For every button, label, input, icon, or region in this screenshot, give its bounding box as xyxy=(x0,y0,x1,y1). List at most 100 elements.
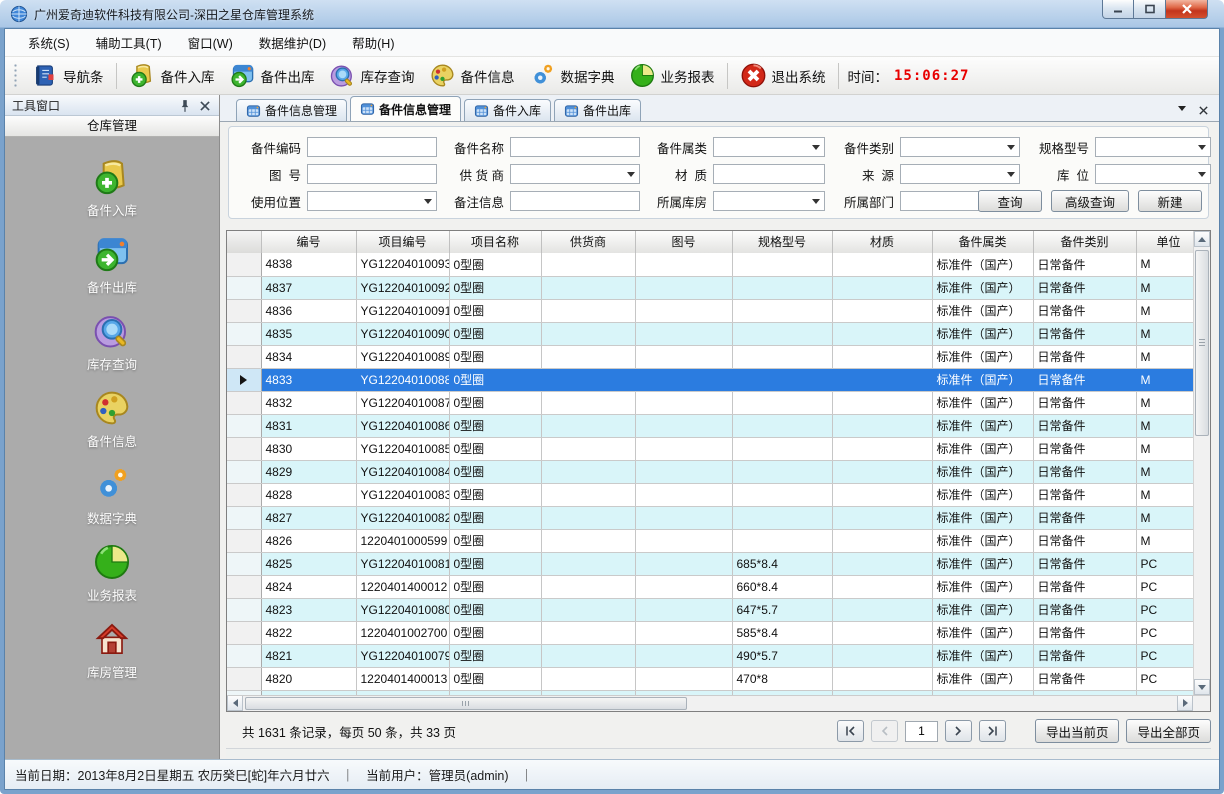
row-selector-cell[interactable] xyxy=(227,621,261,644)
tab-close-icon[interactable] xyxy=(1198,103,1209,114)
table-row[interactable]: 4834YG122040100890型圈标准件（国产）日常备件M xyxy=(227,345,1193,368)
table-row[interactable]: 4830YG122040100850型圈标准件（国产）日常备件M xyxy=(227,437,1193,460)
search-text-input[interactable] xyxy=(510,137,640,157)
toolbar-button[interactable]: 导航条 xyxy=(24,59,111,92)
column-header[interactable]: 图号 xyxy=(635,231,732,253)
close-panel-icon[interactable] xyxy=(198,99,212,111)
horizontal-scroll-thumb[interactable] xyxy=(245,697,687,710)
table-row[interactable]: 4836YG122040100910型圈标准件（国产）日常备件M xyxy=(227,299,1193,322)
toolbar-button[interactable]: 数据字典 xyxy=(522,59,622,92)
table-row[interactable]: 4831YG122040100860型圈标准件（国产）日常备件M xyxy=(227,414,1193,437)
tab-list-dropdown-icon[interactable] xyxy=(1178,106,1186,115)
table-row[interactable]: 482212204010027000型圈585*8.4标准件（国产）日常备件PC xyxy=(227,621,1193,644)
table-row[interactable]: 4832YG122040100870型圈标准件（国产）日常备件M xyxy=(227,391,1193,414)
row-selector-cell[interactable] xyxy=(227,437,261,460)
tab-3[interactable]: 备件入库 xyxy=(464,99,551,121)
table-row[interactable]: 482412204014000120型圈660*8.4标准件（国产）日常备件PC xyxy=(227,575,1193,598)
column-header[interactable]: 供货商 xyxy=(541,231,635,253)
column-header[interactable]: 单位 xyxy=(1136,231,1193,253)
table-row[interactable]: 4837YG122040100920型圈标准件（国产）日常备件M xyxy=(227,276,1193,299)
column-header[interactable]: 备件属类 xyxy=(932,231,1033,253)
table-row[interactable]: 4825YG122040100810型圈685*8.4标准件（国产）日常备件PC xyxy=(227,552,1193,575)
sidebar-item[interactable]: 备件信息 xyxy=(87,388,137,450)
row-selector-cell[interactable] xyxy=(227,552,261,575)
tab-1[interactable]: 备件信息管理 xyxy=(236,99,347,121)
scroll-right-icon[interactable] xyxy=(1177,696,1193,711)
column-header[interactable]: 材质 xyxy=(832,231,932,253)
next-page-button[interactable] xyxy=(945,720,972,742)
pin-icon[interactable] xyxy=(178,99,192,111)
column-header[interactable]: 项目编号 xyxy=(356,231,449,253)
search-text-input[interactable] xyxy=(307,137,437,157)
search-text-input[interactable] xyxy=(510,191,640,211)
toolbar-button[interactable]: 备件出库 xyxy=(222,59,322,92)
search-select[interactable] xyxy=(1095,137,1211,157)
toolbar-button[interactable]: 业务报表 xyxy=(622,59,722,92)
export-all-pages-button[interactable]: 导出全部页 xyxy=(1126,719,1211,743)
maximize-button[interactable] xyxy=(1134,0,1166,19)
row-selector-cell[interactable] xyxy=(227,253,261,276)
toolbar-button[interactable]: 退出系统 xyxy=(733,59,833,92)
previous-page-button[interactable] xyxy=(871,720,898,742)
scroll-left-icon[interactable] xyxy=(227,696,243,711)
horizontal-scrollbar[interactable] xyxy=(227,695,1210,711)
vertical-scroll-thumb[interactable] xyxy=(1195,250,1209,436)
menu-item[interactable]: 帮助(H) xyxy=(339,29,407,56)
advanced-query-button[interactable]: 高级查询 xyxy=(1051,190,1129,212)
row-selector-cell[interactable] xyxy=(227,391,261,414)
search-select[interactable] xyxy=(713,137,825,157)
sidebar-item[interactable]: 备件入库 xyxy=(87,157,137,219)
toolbar-button[interactable]: 备件信息 xyxy=(422,59,522,92)
page-number-input[interactable] xyxy=(905,721,938,742)
table-row[interactable]: 4828YG122040100830型圈标准件（国产）日常备件M xyxy=(227,483,1193,506)
table-row[interactable]: 4833YG122040100880型圈标准件（国产）日常备件M xyxy=(227,368,1193,391)
new-button[interactable]: 新建 xyxy=(1138,190,1202,212)
table-row[interactable]: 4829YG122040100840型圈标准件（国产）日常备件M xyxy=(227,460,1193,483)
column-header[interactable]: 项目名称 xyxy=(449,231,541,253)
row-selector-cell[interactable] xyxy=(227,506,261,529)
column-header[interactable]: 规格型号 xyxy=(732,231,832,253)
row-selector-cell[interactable] xyxy=(227,299,261,322)
scroll-up-icon[interactable] xyxy=(1194,231,1210,247)
sidebar-item[interactable]: 业务报表 xyxy=(87,542,137,604)
search-text-input[interactable] xyxy=(307,164,437,184)
table-row[interactable]: 4827YG122040100820型圈标准件（国产）日常备件M xyxy=(227,506,1193,529)
minimize-button[interactable] xyxy=(1102,0,1134,19)
row-selector-cell[interactable] xyxy=(227,575,261,598)
menu-item[interactable]: 窗口(W) xyxy=(175,29,246,56)
row-selector-cell[interactable] xyxy=(227,345,261,368)
row-selector-cell[interactable] xyxy=(227,460,261,483)
search-text-input[interactable] xyxy=(713,164,825,184)
sidebar-item[interactable]: 备件出库 xyxy=(87,234,137,296)
column-header[interactable]: 备件类别 xyxy=(1033,231,1136,253)
query-button[interactable]: 查询 xyxy=(978,190,1042,212)
menu-item[interactable]: 系统(S) xyxy=(15,29,83,56)
row-selector-cell[interactable] xyxy=(227,644,261,667)
row-selector-cell[interactable] xyxy=(227,598,261,621)
toolbar-button[interactable]: 库存查询 xyxy=(322,59,422,92)
export-current-page-button[interactable]: 导出当前页 xyxy=(1035,719,1120,743)
row-selector-cell[interactable] xyxy=(227,276,261,299)
last-page-button[interactable] xyxy=(979,720,1006,742)
search-select[interactable] xyxy=(510,164,640,184)
table-row[interactable]: 482612204010005990型圈标准件（国产）日常备件M xyxy=(227,529,1193,552)
tab-4[interactable]: 备件出库 xyxy=(554,99,641,121)
table-row[interactable]: 482012204014000130型圈470*8标准件（国产）日常备件PC xyxy=(227,667,1193,690)
scroll-down-icon[interactable] xyxy=(1194,679,1210,695)
table-row[interactable]: 4821YG122040100790型圈490*5.7标准件（国产）日常备件PC xyxy=(227,644,1193,667)
row-selector-cell[interactable] xyxy=(227,667,261,690)
search-select[interactable] xyxy=(713,191,825,211)
search-select[interactable] xyxy=(900,164,1020,184)
row-selector-cell[interactable] xyxy=(227,414,261,437)
sidebar-item[interactable]: 库存查询 xyxy=(87,311,137,373)
table-row[interactable]: 4838YG122040100930型圈标准件（国产）日常备件M xyxy=(227,253,1193,276)
search-select[interactable] xyxy=(1095,164,1211,184)
first-page-button[interactable] xyxy=(837,720,864,742)
table-row[interactable]: 4835YG122040100900型圈标准件（国产）日常备件M xyxy=(227,322,1193,345)
row-selector-cell[interactable] xyxy=(227,368,261,391)
row-selector-cell[interactable] xyxy=(227,322,261,345)
vertical-scrollbar[interactable] xyxy=(1193,231,1210,695)
column-header[interactable]: 编号 xyxy=(261,231,356,253)
sidebar-item[interactable]: 数据字典 xyxy=(87,465,137,527)
tab-2[interactable]: 备件信息管理 xyxy=(350,96,461,121)
